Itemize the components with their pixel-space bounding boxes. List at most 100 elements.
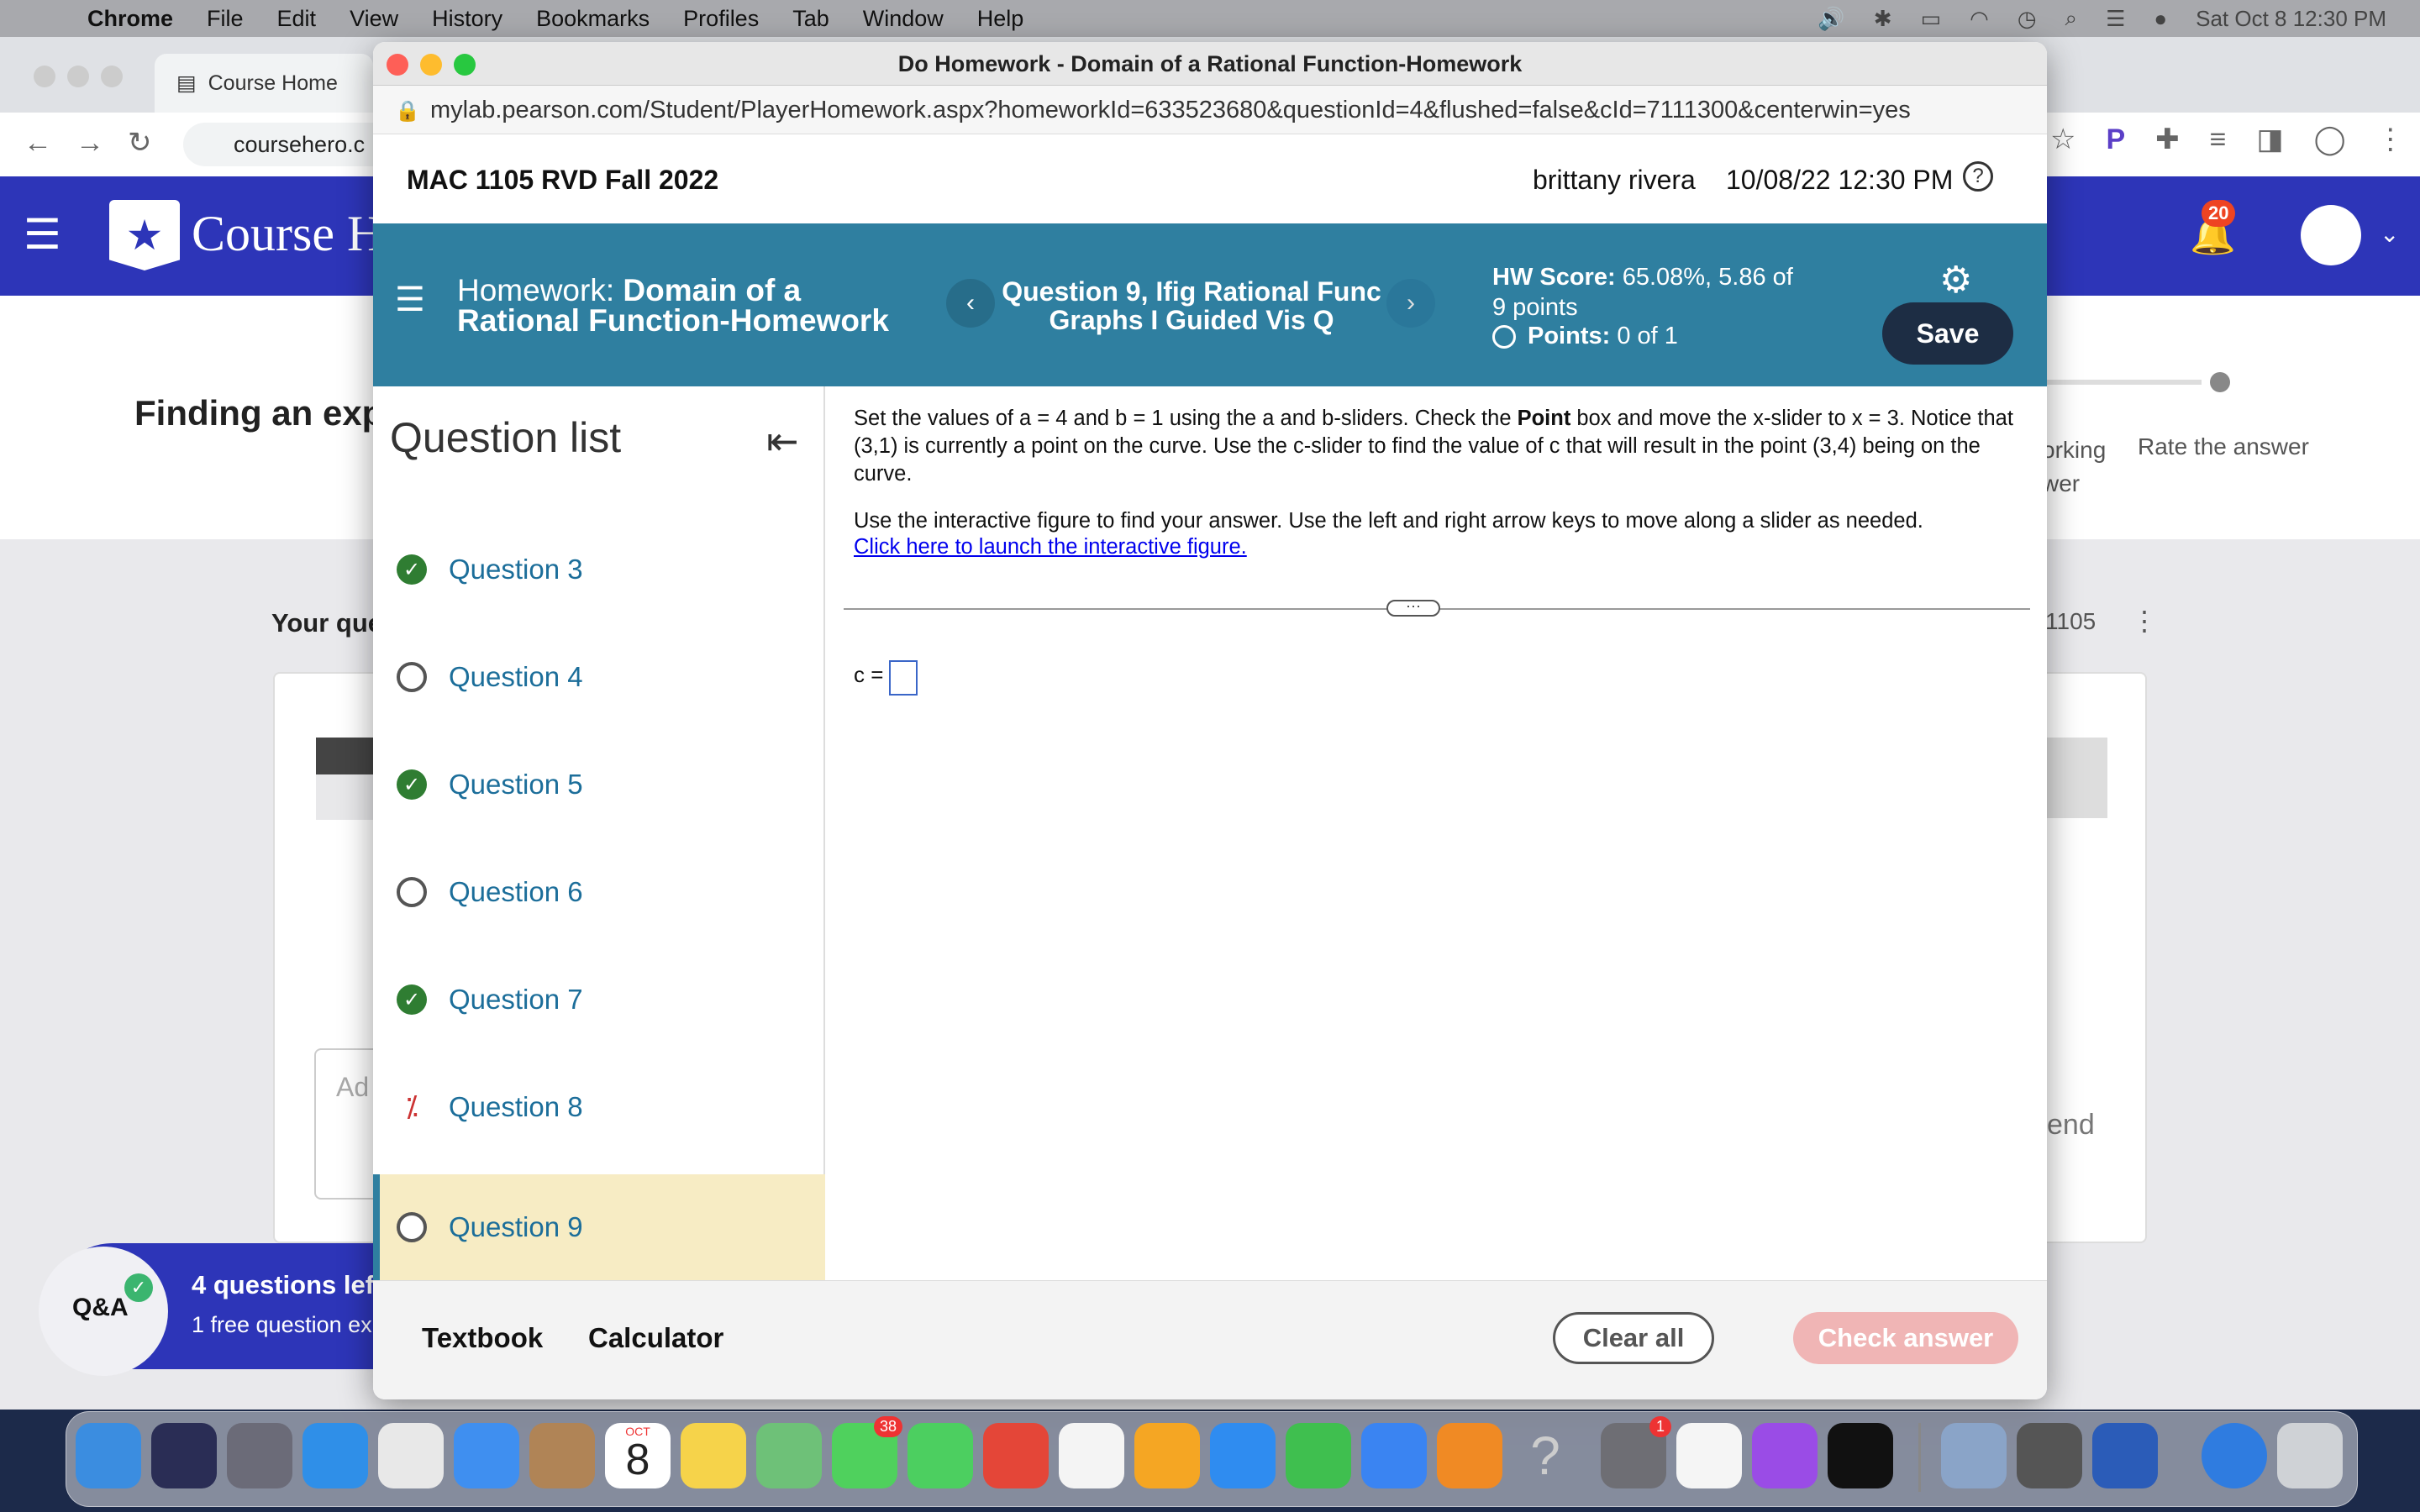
notes-icon[interactable] — [681, 1423, 746, 1488]
profile-icon[interactable]: ◯ — [2314, 123, 2346, 156]
photos-icon[interactable] — [1059, 1423, 1124, 1488]
maps-icon[interactable] — [756, 1423, 822, 1488]
question-list-item-9[interactable]: Question 9 — [373, 1174, 825, 1280]
minimize-window-icon[interactable] — [420, 54, 442, 76]
app-store-icon[interactable] — [1210, 1423, 1276, 1488]
apple-tv-icon[interactable] — [1828, 1423, 1893, 1488]
collapse-panel-icon[interactable]: ⇤ — [766, 418, 799, 464]
bluetooth-icon[interactable]: ✱ — [1874, 6, 1892, 32]
wifi-icon[interactable]: ◠ — [1970, 6, 1989, 32]
kebab-menu-icon[interactable]: ⋮ — [2376, 123, 2405, 156]
coursehero-site-name[interactable]: Course H — [192, 205, 383, 263]
calculator-link[interactable]: Calculator — [588, 1322, 723, 1354]
spotlight-search-icon[interactable]: ⌕ — [2065, 5, 2078, 32]
add-icon[interactable] — [2202, 1423, 2267, 1488]
window-title-bar[interactable]: Do Homework - Domain of a Rational Funct… — [373, 42, 2047, 86]
news-icon[interactable] — [1676, 1423, 1742, 1488]
interactive-figure-link[interactable]: Click here to launch the interactive fig… — [854, 535, 1247, 559]
menu-app-name[interactable]: Chrome — [87, 6, 173, 32]
ad-text: Ad — [336, 1072, 370, 1102]
safari-icon[interactable] — [302, 1423, 368, 1488]
previous-question-button[interactable]: ‹ — [946, 279, 995, 328]
battery-icon[interactable]: ▭ — [1921, 6, 1942, 32]
time-machine-icon[interactable]: ◷ — [2018, 6, 2037, 32]
help-icon[interactable]: ? — [1963, 161, 1993, 192]
launchpad-icon[interactable] — [227, 1423, 292, 1488]
macos-menu-bar: Chrome File Edit View History Bookmarks … — [0, 0, 2420, 37]
question-list-label: Question 4 — [449, 661, 583, 692]
close-window-icon[interactable] — [387, 54, 408, 76]
numbers-icon[interactable] — [1286, 1423, 1351, 1488]
calendar-icon[interactable]: OCT 8 — [605, 1423, 671, 1488]
hamburger-menu-icon[interactable]: ☰ — [24, 213, 66, 255]
side-panel-icon[interactable]: ◨ — [2257, 123, 2284, 156]
coursehero-logo-icon[interactable]: ★ — [109, 200, 180, 270]
question-list-item-6[interactable]: Question 6 — [373, 838, 825, 946]
finder-icon[interactable] — [76, 1423, 141, 1488]
menu-profiles[interactable]: Profiles — [683, 6, 759, 32]
page-title: Finding an exp — [134, 393, 384, 433]
zoom-window-icon[interactable] — [454, 54, 476, 76]
textbook-link[interactable]: Textbook — [422, 1322, 543, 1354]
question-list-item-7[interactable]: ✓ Question 7 — [373, 946, 825, 1053]
volume-icon[interactable]: 🔊 — [1818, 6, 1844, 32]
bg-url-text: coursehero.c — [234, 132, 366, 157]
siri-icon[interactable]: ● — [2154, 6, 2167, 32]
books-icon[interactable] — [1437, 1423, 1502, 1488]
window-url-bar[interactable]: mylab.pearson.com/Student/PlayerHomework… — [373, 86, 2047, 134]
podcasts-icon[interactable] — [1752, 1423, 1818, 1488]
bookmark-star-icon[interactable]: ☆ — [2050, 123, 2075, 156]
extensions-puzzle-icon[interactable]: ✚ — [2155, 123, 2180, 156]
menu-file[interactable]: File — [207, 6, 244, 32]
bg-address-bar[interactable]: coursehero.c — [183, 123, 393, 166]
preview-icon[interactable] — [1941, 1423, 2007, 1488]
more-options-icon[interactable]: ⋮ — [2131, 605, 2158, 637]
question-list-item-3[interactable]: ✓ Question 3 — [373, 516, 825, 623]
gear-icon[interactable]: ⚙ — [1939, 259, 1972, 302]
keynote-icon[interactable] — [1361, 1423, 1427, 1488]
siri-icon[interactable] — [151, 1423, 217, 1488]
more-dots-icon[interactable]: ··· — [1386, 598, 1440, 617]
check-answer-button[interactable]: Check answer — [1793, 1312, 2018, 1364]
pages-icon[interactable] — [1134, 1423, 1200, 1488]
mail-icon[interactable] — [454, 1423, 519, 1488]
send-label[interactable]: end — [2047, 1109, 2095, 1142]
question-list-item-4[interactable]: Question 4 — [373, 623, 825, 731]
system-preferences-icon[interactable]: 1 — [1601, 1416, 1671, 1488]
trash-icon[interactable] — [2277, 1423, 2343, 1488]
save-button[interactable]: Save — [1882, 302, 2013, 365]
menu-tab[interactable]: Tab — [792, 6, 829, 32]
question-list-item-5[interactable]: ✓ Question 5 — [373, 731, 825, 838]
extension-p-icon[interactable]: P — [2106, 123, 2125, 156]
facetime-icon[interactable] — [908, 1423, 973, 1488]
menu-window[interactable]: Window — [863, 6, 944, 32]
contacts-icon[interactable] — [529, 1423, 595, 1488]
chrome-icon[interactable] — [378, 1423, 444, 1488]
points: Points: 0 of 1 — [1492, 323, 1678, 350]
bg-tab[interactable]: ▤ Course Home — [155, 54, 373, 113]
control-center-icon[interactable]: ☰ — [2106, 6, 2125, 32]
unknown-app-icon[interactable]: ? — [1512, 1423, 1578, 1488]
clear-all-button[interactable]: Clear all — [1553, 1312, 1714, 1364]
photo-booth-icon[interactable] — [983, 1423, 1049, 1488]
next-question-button[interactable]: › — [1386, 279, 1435, 328]
word-icon[interactable] — [2092, 1423, 2158, 1488]
menu-bookmarks[interactable]: Bookmarks — [536, 6, 650, 32]
media-icon[interactable]: ≡ — [2210, 123, 2227, 156]
page-icon: ▤ — [176, 71, 197, 95]
menu-help[interactable]: Help — [977, 6, 1024, 32]
answer-input[interactable] — [889, 660, 918, 696]
menu-view[interactable]: View — [350, 6, 398, 32]
calculator-icon[interactable] — [2017, 1423, 2082, 1488]
menu-history[interactable]: History — [432, 6, 502, 32]
menubar-clock[interactable]: Sat Oct 8 12:30 PM — [2196, 6, 2386, 32]
menu-edit[interactable]: Edit — [277, 6, 317, 32]
avatar[interactable] — [2301, 205, 2361, 265]
hamburger-menu-icon[interactable]: ☰ — [395, 281, 425, 319]
bg-nav-icons[interactable]: ←→↻ — [24, 126, 176, 160]
question-list-item-8[interactable]: ⁒ Question 8 — [373, 1053, 825, 1161]
chevron-down-icon[interactable]: ⌄ — [2380, 220, 2399, 248]
lock-icon: 🔒 — [395, 100, 420, 123]
question-text-bold: Point — [1517, 407, 1571, 430]
messages-icon[interactable]: 38 — [832, 1416, 902, 1488]
